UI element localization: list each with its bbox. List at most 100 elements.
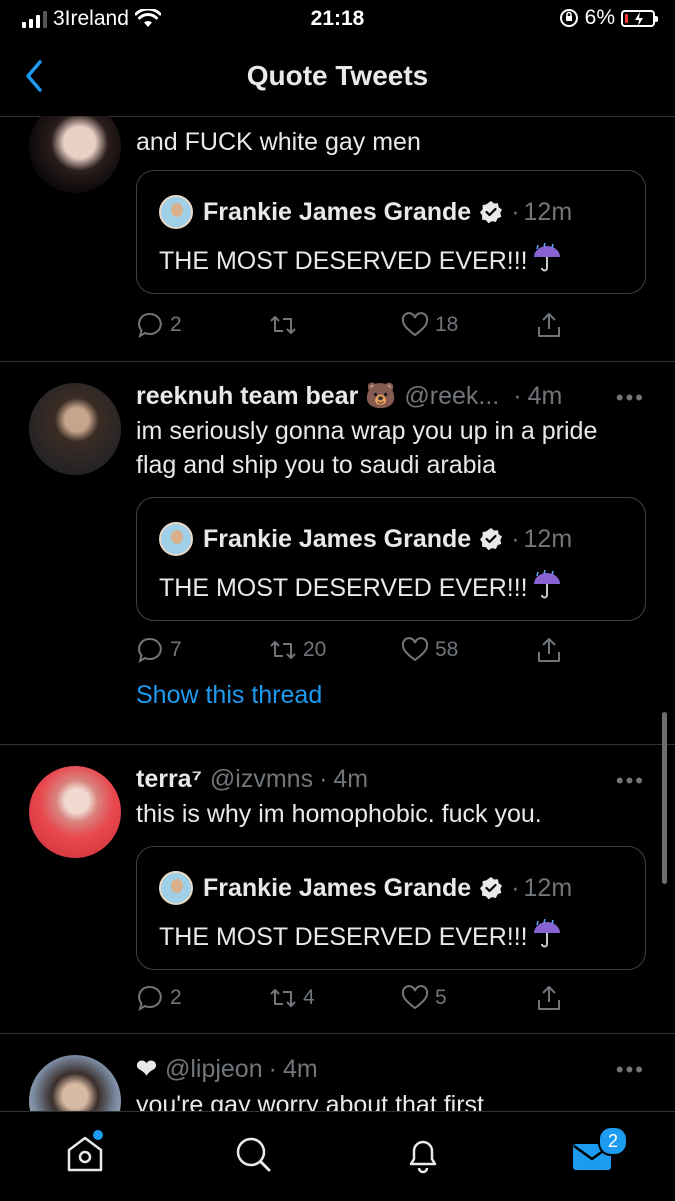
reply-button[interactable]: 7 xyxy=(136,636,182,664)
battery-percent: 6% xyxy=(584,6,615,29)
like-count: 18 xyxy=(435,313,459,336)
quoted-name: Frankie James Grande xyxy=(203,197,472,226)
like-count: 5 xyxy=(435,986,447,1009)
quoted-name: Frankie James Grande xyxy=(203,524,472,553)
heart-icon xyxy=(401,985,429,1010)
share-button[interactable] xyxy=(535,636,563,664)
tab-search[interactable] xyxy=(231,1132,275,1176)
header: Quote Tweets xyxy=(0,38,675,117)
tweet-text: and FUCK white gay men xyxy=(136,128,421,156)
quoted-time-sep: · xyxy=(511,873,520,902)
quoted-avatar xyxy=(159,195,193,229)
quoted-tweet[interactable]: Frankie James Grande · 12m THE MOST DESE… xyxy=(136,846,646,970)
heart-icon xyxy=(401,637,429,662)
tweet-actions: 2 4 5 xyxy=(136,984,616,1016)
bell-icon xyxy=(409,1140,437,1174)
reply-button[interactable]: 2 xyxy=(136,311,182,339)
quoted-tweet[interactable]: Frankie James Grande · 12m THE MOST DESE… xyxy=(136,170,646,294)
quoted-avatar xyxy=(159,522,193,556)
tweet-text-line: flag and ship you to saudi arabia xyxy=(136,451,496,479)
quoted-text: THE MOST DESERVED EVER!!! xyxy=(159,247,528,275)
display-name[interactable]: reeknuh team bear 🐻 xyxy=(136,382,396,411)
retweet-icon xyxy=(270,316,296,334)
share-icon xyxy=(538,313,560,337)
more-options-button[interactable]: ••• xyxy=(616,385,645,411)
tweet-actions: 7 20 58 xyxy=(136,636,616,668)
avatar[interactable] xyxy=(29,1055,121,1111)
quoted-time-sep: · xyxy=(511,197,520,226)
status-bar: 3Ireland 21:18 6% xyxy=(0,0,675,38)
like-button[interactable]: 5 xyxy=(401,984,447,1012)
reply-count: 2 xyxy=(170,313,182,336)
tweet-text: this is why im homophobic. fuck you. xyxy=(136,800,542,828)
quoted-time: 12m xyxy=(523,197,573,226)
tweet-time: 4m xyxy=(527,382,563,410)
display-name[interactable]: ❤ xyxy=(136,1054,157,1084)
handle[interactable]: @izvmns xyxy=(210,765,313,794)
quoted-text: THE MOST DESERVED EVER!!! xyxy=(159,574,528,602)
tweet-2[interactable]: reeknuh team bear 🐻 @reek... · 4m ••• im… xyxy=(0,361,675,745)
reply-icon xyxy=(138,985,162,1012)
quoted-text: THE MOST DESERVED EVER!!! xyxy=(159,923,528,951)
tweet-text: you're gay worry about that first xyxy=(136,1091,484,1111)
verified-icon xyxy=(480,877,503,900)
tab-messages[interactable]: 2 xyxy=(570,1126,628,1176)
tab-notifications[interactable] xyxy=(401,1132,445,1176)
retweet-button[interactable] xyxy=(269,311,303,339)
reply-icon xyxy=(138,312,162,339)
verified-icon xyxy=(480,528,503,551)
retweet-icon xyxy=(270,989,296,1007)
tweet-3[interactable]: terra⁷ @izvmns · 4m ••• this is why im h… xyxy=(0,744,675,1034)
tab-home[interactable] xyxy=(63,1130,107,1176)
scrollbar[interactable] xyxy=(662,712,667,884)
retweet-count: 20 xyxy=(303,638,327,661)
time-separator: · xyxy=(319,765,328,793)
more-options-button[interactable]: ••• xyxy=(616,768,645,794)
quoted-time: 12m xyxy=(523,524,573,553)
tweet-actions: 2 18 xyxy=(136,311,616,343)
heart-icon xyxy=(401,312,429,337)
show-thread-link[interactable]: Show this thread xyxy=(136,681,322,710)
quoted-time: 12m xyxy=(523,873,573,902)
avatar[interactable] xyxy=(29,116,121,193)
quote-tweets-feed[interactable]: and FUCK white gay men Frankie James Gra… xyxy=(0,116,675,1111)
rotation-lock-icon xyxy=(559,9,578,27)
like-button[interactable]: 58 xyxy=(401,636,458,664)
like-button[interactable]: 18 xyxy=(401,311,458,339)
tweet-text: im seriously gonna wrap you up in a prid… xyxy=(136,414,651,482)
tweet-4[interactable]: ❤ @lipjeon · 4m ••• you're gay worry abo… xyxy=(0,1033,675,1111)
retweet-button[interactable]: 20 xyxy=(269,636,326,664)
reply-count: 2 xyxy=(170,986,182,1009)
reply-button[interactable]: 2 xyxy=(136,984,182,1012)
time-separator: · xyxy=(268,1054,277,1083)
handle[interactable]: @lipjeon xyxy=(165,1055,263,1084)
umbrella-rain-icon xyxy=(533,570,560,599)
retweet-icon xyxy=(270,641,296,659)
tab-bar: 2 xyxy=(0,1111,675,1201)
time-separator: · xyxy=(513,382,522,410)
verified-icon xyxy=(480,201,503,224)
quoted-tweet[interactable]: Frankie James Grande · 12m THE MOST DESE… xyxy=(136,497,646,621)
more-options-button[interactable]: ••• xyxy=(616,1057,645,1083)
new-content-dot xyxy=(93,1130,103,1140)
reply-count: 7 xyxy=(170,638,182,661)
display-name[interactable]: terra⁷ xyxy=(136,765,202,794)
share-icon xyxy=(538,638,560,662)
tweet-time: 4m xyxy=(333,765,369,793)
reply-icon xyxy=(138,637,162,664)
retweet-count: 4 xyxy=(303,986,315,1009)
handle[interactable]: @reek... xyxy=(404,382,499,411)
avatar[interactable] xyxy=(29,766,121,858)
retweet-button[interactable]: 4 xyxy=(269,984,315,1012)
umbrella-rain-icon xyxy=(533,919,560,948)
tweet-1[interactable]: and FUCK white gay men Frankie James Gra… xyxy=(0,116,675,362)
umbrella-rain-icon xyxy=(533,243,560,272)
search-icon xyxy=(236,1137,271,1172)
avatar[interactable] xyxy=(29,383,121,475)
page-title: Quote Tweets xyxy=(246,60,429,91)
battery-icon xyxy=(621,9,658,27)
quoted-time-sep: · xyxy=(511,524,520,553)
quoted-name: Frankie James Grande xyxy=(203,873,472,902)
share-button[interactable] xyxy=(535,984,563,1012)
share-button[interactable] xyxy=(535,311,563,339)
